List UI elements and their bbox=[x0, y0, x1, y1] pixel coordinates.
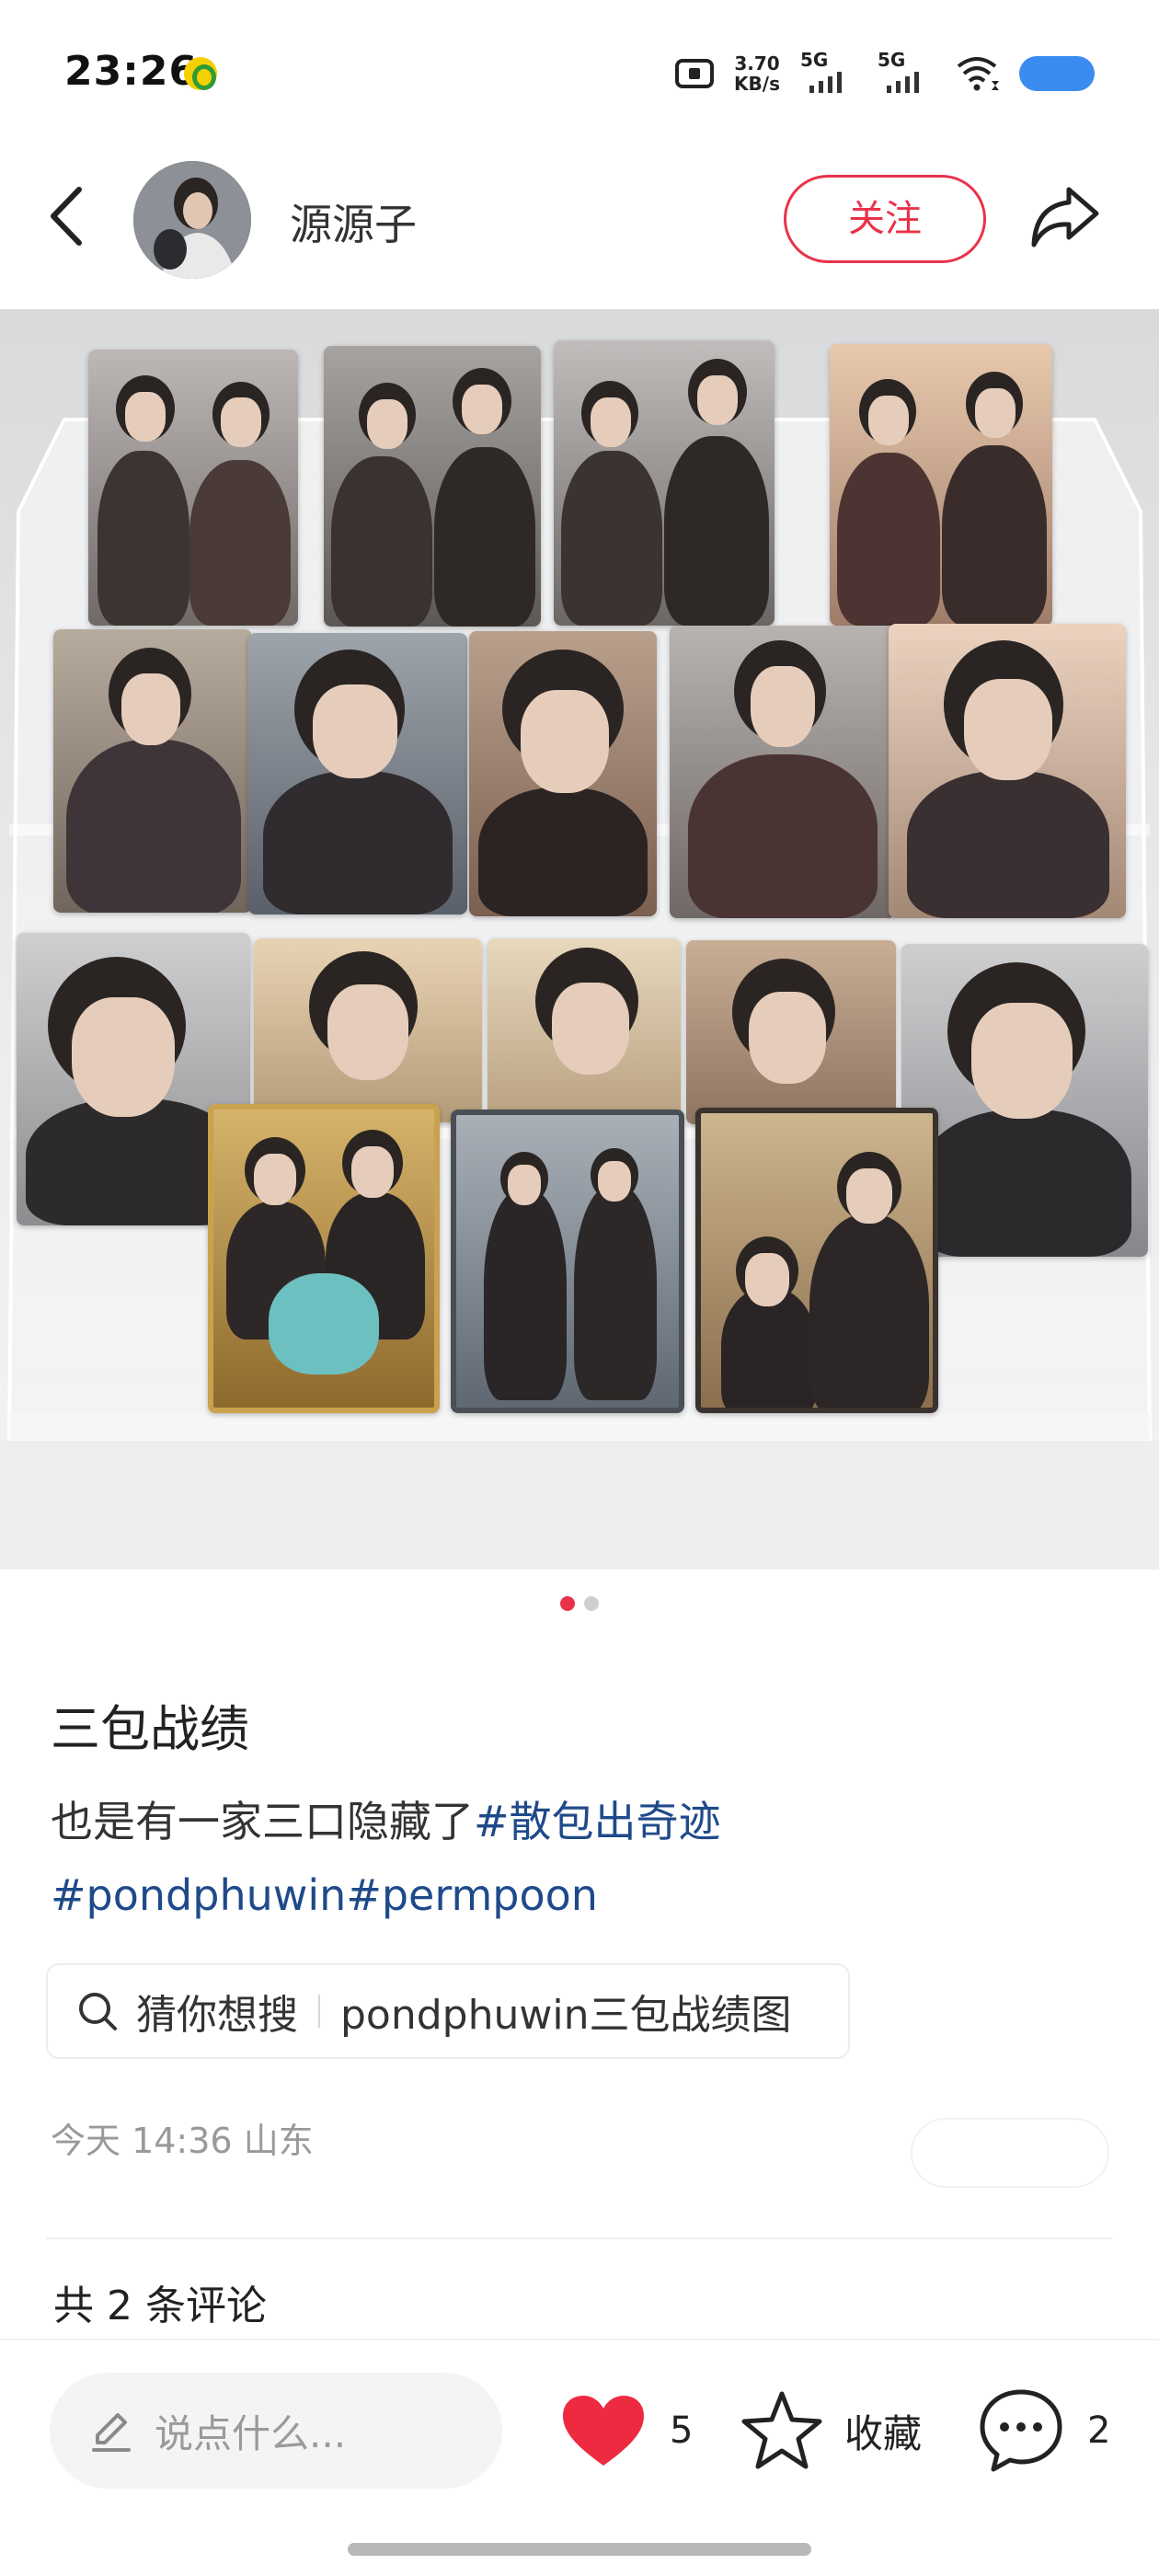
photo-card bbox=[686, 940, 896, 1124]
photo-card bbox=[830, 344, 1052, 626]
search-suggestion-query: pondphuwin三包战绩图 bbox=[340, 1992, 792, 2039]
post-body-text: 也是有一家三口隐藏了 bbox=[51, 1797, 474, 1846]
signal-strength-icon: 5G bbox=[878, 49, 935, 98]
photo-card bbox=[248, 633, 467, 914]
share-icon[interactable] bbox=[1028, 182, 1102, 252]
search-suggestion-lead: 猜你想搜 bbox=[136, 1992, 298, 2039]
wifi-icon bbox=[957, 57, 999, 91]
photo-card bbox=[488, 938, 681, 1122]
post-date: 今天 14:36 bbox=[51, 2121, 233, 2161]
post-location: 山东 bbox=[243, 2121, 314, 2161]
photo-card bbox=[53, 629, 252, 913]
comments-count: 共 2 条评论 bbox=[53, 2283, 267, 2329]
screen-record-icon bbox=[675, 59, 715, 88]
photo-card bbox=[901, 944, 1148, 1257]
status-bar: 23:26 3.70 KB/s 5G 5G bbox=[0, 0, 1159, 138]
divider bbox=[46, 2237, 1113, 2239]
comment-bubble-icon bbox=[980, 2389, 1062, 2472]
hashtag-link[interactable]: #permpoon bbox=[346, 1870, 598, 1920]
pencil-icon bbox=[92, 2413, 131, 2452]
avatar[interactable] bbox=[133, 161, 251, 279]
search-suggestion[interactable]: 猜你想搜 pondphuwin三包战绩图 bbox=[46, 1963, 850, 2059]
photo-card bbox=[695, 1108, 938, 1413]
faded-action-pill bbox=[911, 2118, 1109, 2188]
photo-card bbox=[324, 346, 541, 627]
post-body: 也是有一家三口隐藏了#散包出奇迹 #pondphuwin#permpoon bbox=[51, 1785, 1108, 1932]
bottom-action-bar: 说点什么... 5 收藏 2 bbox=[0, 2339, 1159, 2576]
network-speed-value: 3.70 bbox=[734, 52, 780, 75]
photo-card bbox=[451, 1110, 684, 1413]
battery-icon bbox=[1019, 56, 1095, 91]
photo-card bbox=[254, 938, 482, 1122]
back-icon[interactable] bbox=[42, 184, 98, 248]
pagination-dot-active[interactable] bbox=[560, 1596, 575, 1611]
post-header: 源源子 关注 bbox=[0, 156, 1159, 279]
comment-input[interactable]: 说点什么... bbox=[50, 2373, 502, 2489]
photo-card bbox=[889, 624, 1126, 918]
comment-button[interactable]: 2 bbox=[977, 2386, 1110, 2475]
status-indicators: 3.70 KB/s 5G 5G bbox=[675, 46, 1095, 101]
post-meta: 今天 14:36 山东 bbox=[51, 2112, 314, 2163]
photo-card bbox=[469, 631, 657, 916]
comment-count: 2 bbox=[1087, 2409, 1111, 2452]
photo-card bbox=[88, 350, 298, 626]
network-speed: 3.70 KB/s bbox=[734, 53, 780, 94]
signal-label: 5G bbox=[800, 49, 829, 71]
photo-card bbox=[554, 340, 775, 626]
like-button[interactable]: 5 bbox=[559, 2392, 693, 2469]
comment-input-placeholder: 说点什么... bbox=[155, 2410, 347, 2456]
follow-button[interactable]: 关注 bbox=[784, 175, 986, 263]
star-icon bbox=[741, 2391, 822, 2469]
pagination-dot[interactable] bbox=[584, 1596, 599, 1611]
gallery-pagination bbox=[0, 1596, 1159, 1618]
favorite-label: 收藏 bbox=[844, 2410, 923, 2456]
network-speed-unit: KB/s bbox=[734, 73, 780, 95]
signal-label: 5G bbox=[878, 49, 906, 71]
status-time: 23:26 bbox=[64, 48, 199, 95]
search-icon bbox=[79, 1993, 117, 2030]
signal-strength-icon: 5G bbox=[800, 49, 857, 98]
photo-card bbox=[208, 1104, 440, 1413]
divider bbox=[318, 1995, 320, 2028]
post-title: 三包战绩 bbox=[51, 1700, 249, 1758]
photo-card bbox=[670, 626, 896, 918]
favorite-button[interactable]: 收藏 bbox=[740, 2388, 922, 2473]
home-indicator[interactable] bbox=[348, 2543, 811, 2556]
hashtag-link[interactable]: #散包出奇迹 bbox=[474, 1797, 721, 1846]
post-image[interactable] bbox=[0, 309, 1159, 1570]
music-app-icon bbox=[184, 57, 217, 90]
like-count: 5 bbox=[670, 2409, 694, 2452]
hashtag-link[interactable]: #pondphuwin bbox=[51, 1870, 346, 1920]
username[interactable]: 源源子 bbox=[290, 191, 417, 252]
heart-icon bbox=[563, 2396, 644, 2466]
